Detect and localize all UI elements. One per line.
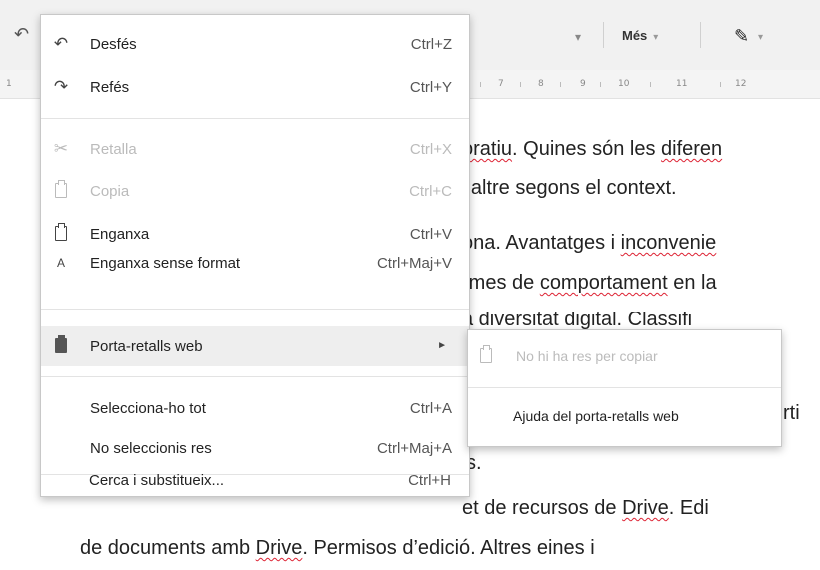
submenu-item-help[interactable]: Ajuda del porta-retalls web bbox=[468, 396, 781, 436]
pencil-icon[interactable]: ✎ bbox=[734, 26, 749, 47]
ruler-tick bbox=[720, 82, 721, 87]
misspelled-word[interactable]: comportament bbox=[540, 272, 668, 294]
menu-item-shortcut: Ctrl+A bbox=[409, 400, 452, 417]
menu-item-label: Selecciona-ho tot bbox=[90, 400, 206, 417]
menu-item-paste-plain[interactable]: A Enganxa sense format Ctrl+Maj+V bbox=[41, 246, 469, 280]
menu-item-label: Enganxa sense format bbox=[90, 255, 241, 272]
menu-item-redo[interactable]: ↷ Refés Ctrl+Y bbox=[41, 70, 469, 104]
scissors-icon: ✂ bbox=[53, 139, 69, 158]
document-line: l’altre segons el context. bbox=[462, 177, 677, 199]
misspelled-word[interactable]: inconvenie bbox=[621, 232, 717, 254]
ruler-tick bbox=[480, 82, 481, 87]
document-line: a diversitat digital. Classifi bbox=[462, 308, 693, 330]
menu-item-label: Copia bbox=[90, 183, 130, 200]
paste-plain-icon: A bbox=[56, 256, 65, 270]
document-line: rmes de comportament en la bbox=[462, 272, 717, 294]
misspelled-word[interactable]: diferen bbox=[661, 138, 722, 160]
ruler-number: 11 bbox=[676, 79, 688, 89]
clipboard-icon bbox=[480, 345, 492, 368]
menu-divider bbox=[41, 376, 469, 377]
toolbar-divider bbox=[700, 22, 701, 48]
redo-icon: ↷ bbox=[53, 77, 69, 96]
menu-item-shortcut: Ctrl+V bbox=[409, 226, 452, 243]
menu-item-find-replace[interactable]: Cerca i substitueix... Ctrl+H bbox=[40, 472, 468, 526]
submenu-arrow-icon: ► bbox=[437, 340, 447, 351]
web-clipboard-icon bbox=[49, 335, 73, 356]
menu-item-cut[interactable]: ✂ Retalla Ctrl+X bbox=[41, 132, 469, 166]
more-arrow-icon: ▾ bbox=[653, 32, 659, 43]
document-line: et de recursos de Drive. Edi bbox=[462, 497, 709, 519]
menu-item-label: Enganxa bbox=[90, 226, 150, 243]
submenu-item-nothing-to-copy[interactable]: No hi ha res per copiar bbox=[468, 336, 781, 376]
ruler-tick bbox=[600, 82, 601, 87]
menu-item-select-all[interactable]: Selecciona-ho tot Ctrl+A bbox=[41, 391, 469, 425]
document-line: ona. Avantatges i inconvenie bbox=[462, 232, 717, 254]
document-line: oratiu. Quines són les diferen bbox=[462, 138, 723, 160]
ruler-tick bbox=[520, 82, 521, 87]
menu-item-shortcut: Ctrl+X bbox=[409, 141, 452, 158]
pencil-arrow-icon[interactable]: ▾ bbox=[758, 32, 763, 43]
menu-item-shortcut: Ctrl+H bbox=[408, 472, 451, 489]
font-size-dropdown-arrow[interactable]: ▾ bbox=[575, 30, 581, 44]
copy-icon bbox=[49, 180, 73, 201]
menu-item-web-clipboard[interactable]: Porta-retalls web ► bbox=[41, 326, 469, 366]
misspelled-word[interactable]: Drive bbox=[622, 497, 669, 519]
menu-divider bbox=[41, 118, 469, 119]
menu-item-select-none[interactable]: No seleccionis res Ctrl+Maj+A bbox=[41, 431, 469, 465]
paste-icon bbox=[49, 223, 73, 244]
document-line: de documents amb Drive. Permisos d’edici… bbox=[80, 537, 595, 559]
more-button[interactable]: Més ▾ bbox=[622, 28, 658, 43]
menu-item-label: Porta-retalls web bbox=[90, 338, 203, 355]
menu-item-shortcut: Ctrl+Z bbox=[410, 36, 452, 53]
context-menu: ↶ Desfés Ctrl+Z ↷ Refés Ctrl+Y ✂ Retalla… bbox=[40, 14, 470, 497]
menu-item-label: Desfés bbox=[90, 36, 137, 53]
document-line: rti bbox=[783, 402, 800, 424]
ruler-number: 9 bbox=[580, 79, 586, 89]
menu-item-label: No seleccionis res bbox=[90, 440, 212, 457]
misspelled-word[interactable]: Drive bbox=[256, 537, 303, 559]
ruler-number: 10 bbox=[618, 79, 630, 89]
menu-item-label: Refés bbox=[90, 79, 130, 96]
submenu-item-label: Ajuda del porta-retalls web bbox=[513, 408, 679, 424]
web-clipboard-submenu: No hi ha res per copiar Ajuda del porta-… bbox=[467, 329, 782, 447]
toolbar-divider bbox=[603, 22, 604, 48]
ruler-tick bbox=[560, 82, 561, 87]
menu-item-shortcut: Ctrl+Maj+V bbox=[376, 255, 452, 272]
undo-icon: ↶ bbox=[53, 34, 69, 53]
ruler-number: 1 bbox=[6, 79, 12, 89]
menu-item-label: Retalla bbox=[90, 141, 137, 158]
menu-item-shortcut: Ctrl+Y bbox=[409, 79, 452, 96]
menu-item-copy[interactable]: Copia Ctrl+C bbox=[41, 174, 469, 208]
submenu-item-label: No hi ha res per copiar bbox=[516, 348, 658, 364]
more-label: Més bbox=[622, 28, 648, 43]
undo-icon[interactable]: ↶ bbox=[14, 24, 29, 45]
menu-item-label: Cerca i substitueix... bbox=[89, 472, 225, 489]
menu-item-shortcut: Ctrl+C bbox=[409, 183, 452, 200]
ruler-number: 7 bbox=[498, 79, 504, 89]
submenu-divider bbox=[468, 387, 781, 388]
menu-item-shortcut: Ctrl+Maj+A bbox=[376, 440, 452, 457]
ruler-number: 8 bbox=[538, 79, 544, 89]
menu-item-undo[interactable]: ↶ Desfés Ctrl+Z bbox=[41, 27, 469, 61]
menu-divider bbox=[41, 309, 469, 310]
ruler-tick bbox=[650, 82, 651, 87]
ruler-number: 12 bbox=[735, 79, 747, 89]
